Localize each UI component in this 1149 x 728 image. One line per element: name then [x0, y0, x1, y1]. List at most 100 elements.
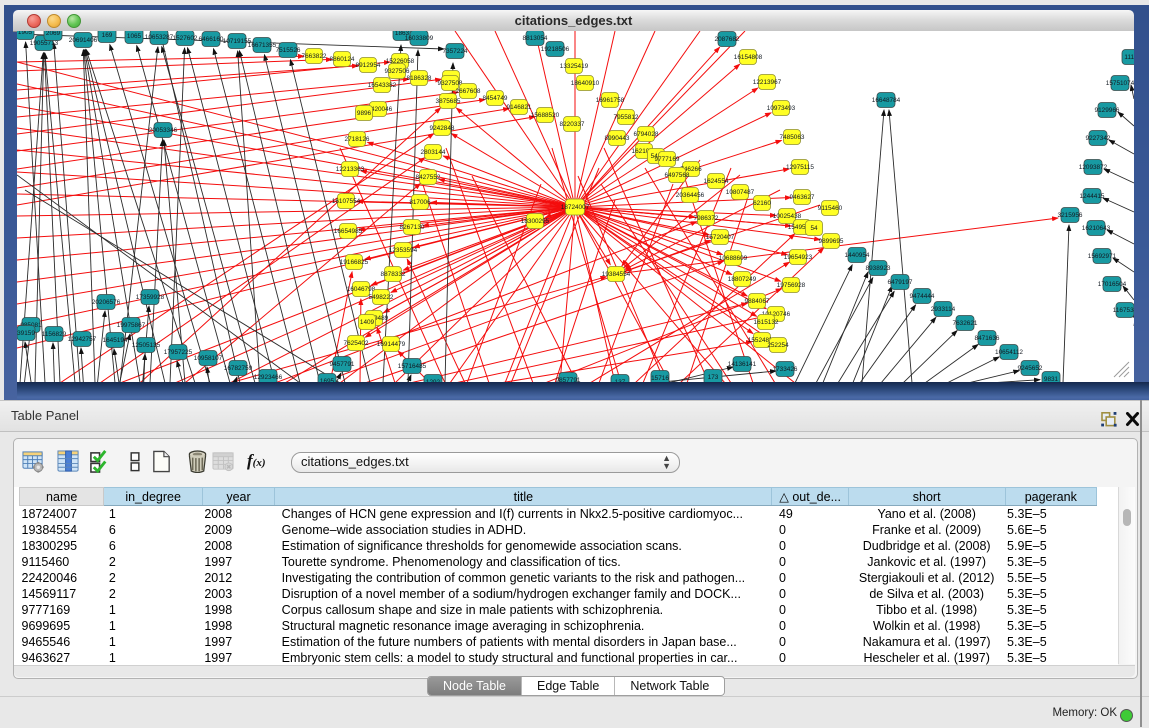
- svg-text:20053346: 20053346: [149, 127, 178, 134]
- svg-text:1065: 1065: [127, 33, 142, 40]
- svg-text:3215956: 3215956: [1058, 212, 1083, 219]
- svg-text:1292: 1292: [426, 379, 441, 382]
- svg-text:9115460: 9115460: [818, 205, 843, 212]
- svg-text:5498222: 5498222: [369, 294, 394, 301]
- svg-text:173: 173: [708, 374, 719, 381]
- svg-text:12213363: 12213363: [336, 166, 365, 173]
- svg-text:17359928: 17359928: [136, 294, 165, 301]
- svg-text:10958107: 10958107: [194, 355, 223, 362]
- svg-text:7986372: 7986372: [694, 215, 719, 222]
- svg-text:15720407: 15720407: [706, 234, 735, 241]
- svg-text:62160: 62160: [753, 200, 771, 207]
- svg-text:8990443: 8990443: [605, 135, 630, 142]
- svg-text:19166825: 19166825: [340, 259, 369, 266]
- svg-text:19218506: 19218506: [541, 46, 570, 53]
- svg-text:6497568: 6497568: [665, 172, 690, 179]
- svg-text:19654923: 19654923: [784, 254, 813, 261]
- svg-text:9831: 9831: [1044, 376, 1059, 382]
- svg-text:15716485: 15716485: [398, 363, 427, 370]
- svg-text:16914479: 16914479: [377, 341, 406, 348]
- svg-text:16648784: 16648784: [872, 97, 901, 104]
- svg-text:8813054: 8813054: [523, 35, 548, 42]
- svg-text:8912954: 8912954: [356, 62, 381, 69]
- svg-text:9227342: 9227342: [1086, 135, 1111, 142]
- svg-text:1733426: 1733426: [773, 366, 798, 373]
- svg-text:8471636: 8471636: [975, 335, 1000, 342]
- svg-text:12093872: 12093872: [1079, 164, 1108, 171]
- svg-text:2087682: 2087682: [715, 36, 740, 43]
- svg-text:817006: 817006: [409, 199, 431, 206]
- svg-text:10688609: 10688609: [719, 255, 748, 262]
- svg-text:10973493: 10973493: [767, 105, 796, 112]
- svg-text:2803144: 2803144: [421, 149, 446, 156]
- svg-text:8220337: 8220337: [560, 121, 585, 128]
- svg-text:19975867: 19975867: [117, 322, 146, 329]
- svg-text:18300295: 18300295: [521, 218, 550, 225]
- svg-text:6794028: 6794028: [634, 131, 659, 138]
- svg-text:8878332: 8878332: [381, 271, 406, 278]
- svg-text:39159: 39159: [17, 330, 35, 337]
- svg-text:1244415: 1244415: [1080, 193, 1105, 200]
- svg-text:1615132: 1615132: [754, 319, 779, 326]
- svg-text:16107554: 16107554: [332, 198, 361, 205]
- svg-text:16782759: 16782759: [224, 365, 253, 372]
- svg-text:18807249: 18807249: [728, 276, 757, 283]
- svg-text:9146821: 9146821: [507, 104, 532, 111]
- svg-text:9474444: 9474444: [910, 293, 935, 300]
- svg-text:1905: 1905: [18, 31, 33, 36]
- svg-text:13325419: 13325419: [560, 63, 589, 70]
- svg-text:54: 54: [810, 225, 818, 232]
- svg-text:1695: 1695: [320, 378, 335, 382]
- svg-text:9129966: 9129966: [1095, 107, 1120, 114]
- svg-text:7955812: 7955812: [614, 114, 639, 121]
- svg-text:16154808: 16154808: [734, 54, 763, 61]
- svg-text:12213967: 12213967: [753, 79, 782, 86]
- svg-text:16671355: 16671355: [248, 42, 277, 49]
- svg-text:8186328: 8186328: [407, 75, 432, 82]
- svg-text:17957225: 17957225: [164, 349, 193, 356]
- svg-text:7515526: 7515526: [276, 47, 301, 54]
- svg-text:10807487: 10807487: [726, 189, 755, 196]
- svg-text:1440954: 1440954: [845, 252, 870, 259]
- svg-text:9884067: 9884067: [745, 298, 770, 305]
- svg-text:9245652: 9245652: [1018, 365, 1043, 372]
- svg-text:7632621: 7632621: [953, 320, 978, 327]
- svg-text:20206576: 20206576: [92, 299, 121, 306]
- svg-text:6479197: 6479197: [888, 279, 913, 286]
- svg-text:6466160: 6466160: [199, 36, 224, 43]
- svg-text:15751074: 15751074: [1106, 80, 1134, 87]
- svg-text:9896: 9896: [357, 110, 372, 117]
- svg-text:20691406: 20691406: [69, 37, 98, 44]
- svg-text:12942757: 12942757: [68, 336, 97, 343]
- svg-text:12975115: 12975115: [786, 164, 814, 171]
- svg-text:19384554: 19384554: [602, 271, 631, 278]
- svg-text:12923466: 12923466: [254, 374, 283, 381]
- svg-text:9242848: 9242848: [430, 125, 455, 132]
- svg-text:1624554: 1624554: [704, 178, 729, 185]
- svg-text:12505135: 12505135: [132, 342, 161, 349]
- svg-text:9777169: 9777169: [655, 156, 680, 163]
- svg-text:9457791: 9457791: [330, 361, 355, 368]
- svg-text:9327506: 9327506: [385, 68, 410, 75]
- svg-text:2667608: 2667608: [456, 88, 481, 95]
- svg-text:16046798: 16046798: [347, 286, 376, 293]
- svg-text:19756928: 19756928: [777, 282, 806, 289]
- svg-text:2069: 2069: [46, 31, 61, 37]
- svg-text:1409: 1409: [360, 319, 375, 326]
- svg-text:7485063: 7485063: [780, 134, 805, 141]
- svg-text:8938923: 8938923: [866, 265, 891, 272]
- svg-text:1645194: 1645194: [103, 337, 128, 344]
- svg-text:16654985: 16654985: [334, 228, 363, 235]
- svg-text:3875685: 3875685: [436, 98, 461, 105]
- svg-text:137: 137: [615, 379, 626, 382]
- svg-text:1527602: 1527602: [173, 35, 198, 42]
- svg-text:9857791: 9857791: [556, 377, 581, 382]
- svg-text:8860124: 8860124: [330, 56, 355, 63]
- svg-text:9463627: 9463627: [790, 194, 815, 201]
- svg-text:12353594: 12353594: [389, 247, 418, 254]
- svg-text:7625402: 7625402: [344, 340, 369, 347]
- svg-text:15716: 15716: [651, 375, 669, 382]
- svg-text:7357224: 7357224: [443, 48, 468, 55]
- svg-text:169: 169: [102, 32, 113, 39]
- svg-text:9899695: 9899695: [819, 238, 844, 245]
